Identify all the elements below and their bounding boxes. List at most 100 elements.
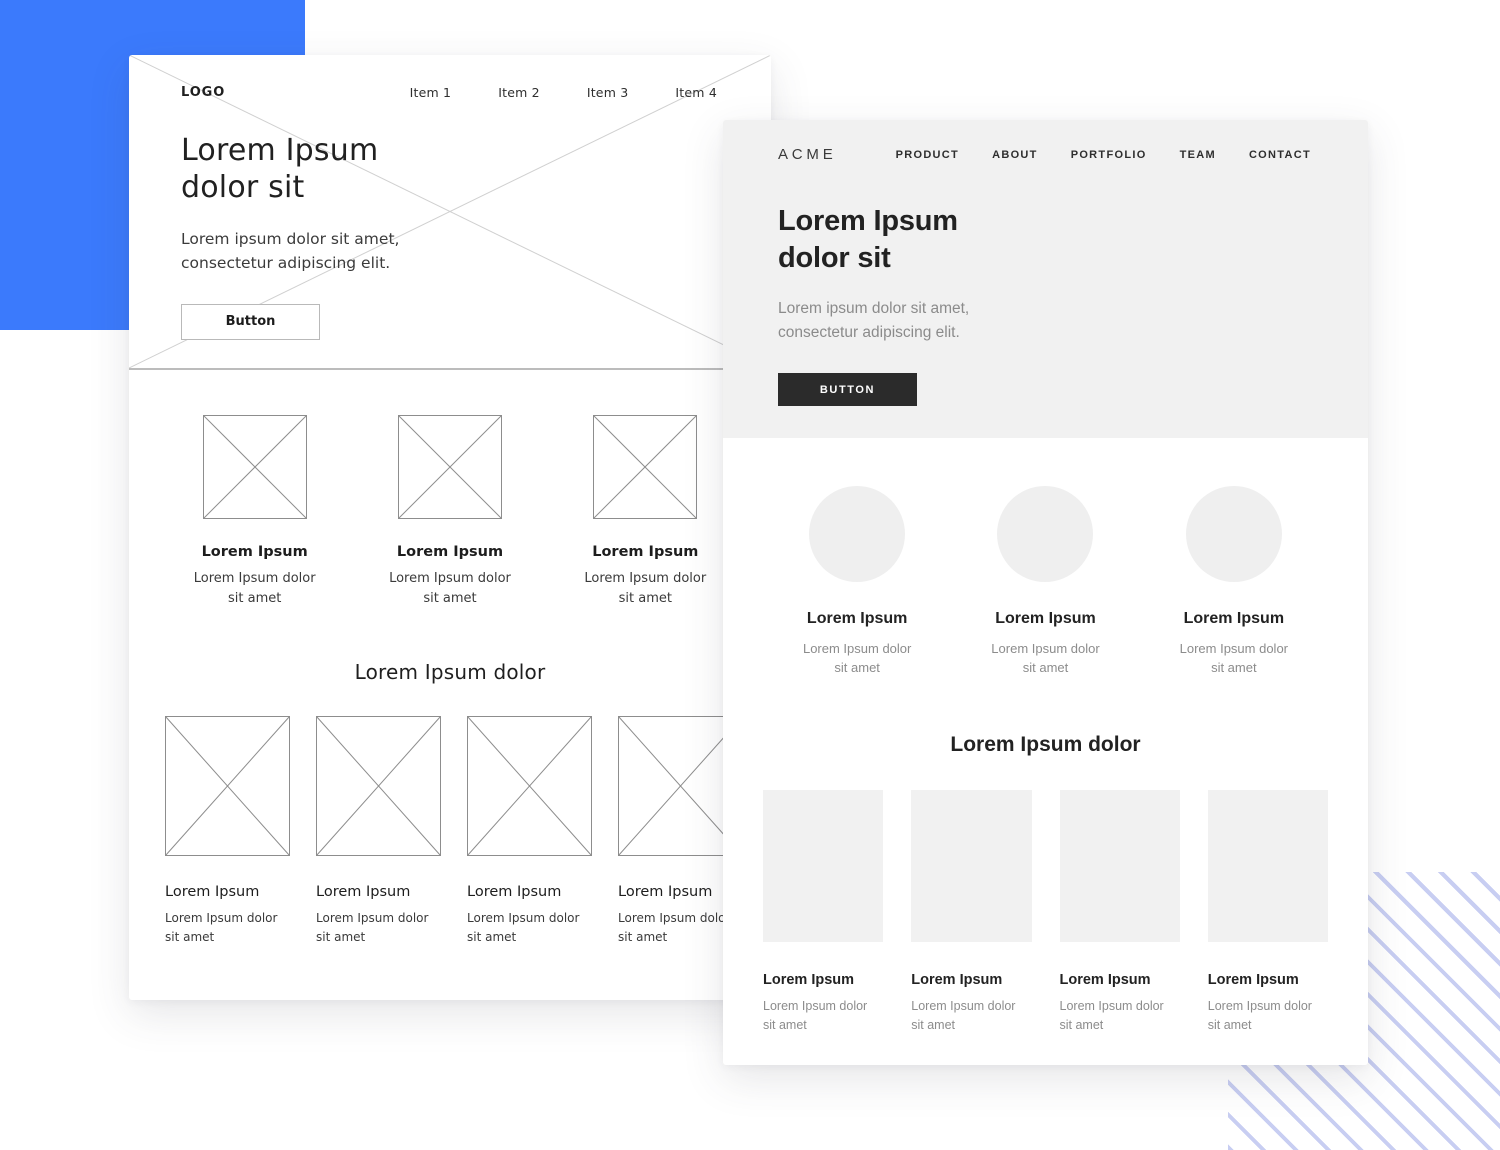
circle-placeholder-icon [997,486,1094,582]
gallery-description: Lorem Ipsum dolor sit amet [1060,997,1180,1035]
feature-description-line2: sit amet [227,590,282,606]
clean-topbar: ACME PRODUCT ABOUT PORTFOLIO TEAM CONTAC… [778,146,1313,163]
gallery-title: Lorem Ipsum [1059,972,1151,989]
clean-hero-subtext: Lorem ipsum dolor sit amet, consectetur … [778,297,1313,345]
gallery-description-line2: sit amet [1059,1018,1104,1033]
clean-features-section: Lorem Ipsum Lorem Ipsum dolor sit amet L… [723,438,1368,677]
gallery-title: Lorem Ipsum [467,884,562,900]
gallery-description-line2: sit amet [618,929,668,944]
sketch-hero-heading: Lorem Ipsum dolor sit [181,133,719,207]
feature-description-line1: Lorem Ipsum dolor [193,571,316,586]
feature-description-line1: Lorem Ipsum dolor [389,571,511,586]
list-item: Lorem Ipsum Lorem Ipsum dolor sit amet [1059,790,1180,1035]
circle-placeholder-icon [1185,486,1282,582]
feature-title: Lorem Ipsum [396,544,504,560]
gallery-description-line2: sit amet [316,929,366,944]
gallery-description: Lorem Ipsum dolor sit amet [763,997,883,1035]
sketch-hero-button[interactable]: Button [181,303,320,340]
clean-hero-heading-line1: Lorem Ipsum [778,205,958,237]
sidebar-item-item-1[interactable]: Item 1 [410,85,452,100]
clean-hero-body: Lorem Ipsum dolor sit Lorem ipsum dolor … [778,203,1313,407]
sidebar-item-about[interactable]: ABOUT [992,149,1038,161]
gallery-description-line1: Lorem Ipsum dolor [763,999,868,1014]
gallery-description-line2: sit amet [1207,1018,1252,1033]
feature-description: Lorem Ipsum dolor sit amet [775,639,939,677]
image-placeholder [1059,790,1180,943]
clean-logo[interactable]: ACME [778,146,837,163]
feature-title: Lorem Ipsum [201,544,308,560]
feature-description: Lorem Ipsum dolor sit amet [169,569,340,608]
sketch-hero-heading-line1: Lorem Ipsum [181,133,379,168]
sidebar-item-item-4[interactable]: Item 4 [675,85,717,100]
clean-hero-button[interactable]: BUTTON [778,373,917,407]
gallery-description: Lorem Ipsum dolor sit amet [165,909,290,946]
sidebar-item-team[interactable]: TEAM [1180,149,1216,161]
clean-hero-heading-line2: dolor sit [778,241,891,274]
list-item: Lorem Ipsum Lorem Ipsum dolor sit amet [548,415,743,608]
image-placeholder [911,790,1032,943]
gallery-description-line1: Lorem Ipsum dolor [1059,999,1164,1014]
gallery-title: Lorem Ipsum [165,884,260,900]
sketch-nav: Item 1 Item 2 Item 3 Item 4 [410,85,719,100]
gallery-description-line2: sit amet [467,929,517,944]
sketch-hero-section: LOGO Item 1 Item 2 Item 3 Item 4 Lorem I… [129,55,771,368]
feature-title: Lorem Ipsum [995,610,1096,627]
sidebar-item-item-3[interactable]: Item 3 [587,85,629,100]
list-item: Lorem Ipsum Lorem Ipsum dolor sit amet [467,716,592,946]
sketch-gallery-section: Lorem Ipsum Lorem Ipsum dolor sit amet L… [129,716,771,946]
feature-description-line2: sit amet [618,590,672,606]
clean-gallery-section: Lorem Ipsum Lorem Ipsum dolor sit amet L… [723,790,1368,1035]
clean-hero-subtext-line1: Lorem ipsum dolor sit amet, [778,300,970,318]
gallery-description-line1: Lorem Ipsum dolor [316,911,429,925]
gallery-title: Lorem Ipsum [1207,972,1299,989]
sidebar-item-product[interactable]: PRODUCT [896,149,960,161]
list-item: Lorem Ipsum Lorem Ipsum dolor sit amet [763,790,884,1035]
list-item: Lorem Ipsum Lorem Ipsum dolor sit amet [911,790,1032,1035]
image-placeholder [763,790,884,943]
sketch-hero-body: Lorem Ipsum dolor sit Lorem ipsum dolor … [181,133,719,340]
list-item: Lorem Ipsum Lorem Ipsum dolor sit amet [763,486,951,677]
image-placeholder-cross-icon [467,716,592,856]
feature-description-line1: Lorem Ipsum dolor [584,571,707,586]
image-placeholder-cross-icon [397,415,502,519]
list-item: Lorem Ipsum Lorem Ipsum dolor sit amet [951,486,1139,677]
gallery-description-line2: sit amet [165,929,215,944]
gallery-description: Lorem Ipsum dolor sit amet [316,909,441,946]
clean-mockup-card: ACME PRODUCT ABOUT PORTFOLIO TEAM CONTAC… [723,120,1368,1065]
gallery-description-line2: sit amet [763,1018,807,1033]
feature-description: Lorem Ipsum dolor sit amet [1152,639,1316,677]
gallery-description: Lorem Ipsum dolor sit amet [467,909,592,946]
feature-description-line1: Lorem Ipsum dolor [991,641,1100,656]
gallery-description-line1: Lorem Ipsum dolor [467,911,580,925]
sketch-section-title: Lorem Ipsum dolor [354,660,546,684]
feature-description-line2: sit amet [1022,660,1069,676]
list-item: Lorem Ipsum Lorem Ipsum dolor sit amet [316,716,441,946]
gallery-description: Lorem Ipsum dolor sit amet [1208,997,1328,1035]
feature-description-line2: sit amet [834,660,880,676]
feature-title: Lorem Ipsum [806,610,908,627]
gallery-description-line1: Lorem Ipsum dolor [911,999,1016,1014]
gallery-title: Lorem Ipsum [316,884,411,900]
feature-description: Lorem Ipsum dolor sit amet [963,639,1127,677]
feature-description-line1: Lorem Ipsum dolor [802,641,912,656]
sketch-hero-subtext: Lorem ipsum dolor sit amet, consectetur … [181,227,719,276]
gallery-title: Lorem Ipsum [763,972,855,989]
image-placeholder [1207,790,1328,943]
sidebar-item-contact[interactable]: CONTACT [1249,149,1311,161]
feature-description-line1: Lorem Ipsum dolor [1179,641,1289,656]
gallery-description-line1: Lorem Ipsum dolor [165,911,278,925]
feature-description-line2: sit amet [1211,660,1257,676]
list-item: Lorem Ipsum Lorem Ipsum dolor sit amet [352,415,547,608]
image-placeholder-cross-icon [165,716,290,856]
list-item: Lorem Ipsum Lorem Ipsum dolor sit amet [1207,790,1328,1035]
sketch-logo[interactable]: LOGO [181,85,225,100]
circle-placeholder-icon [809,486,906,582]
sketch-features-section: Lorem Ipsum Lorem Ipsum dolor sit amet L… [129,370,771,608]
feature-title: Lorem Ipsum [592,544,699,560]
feature-description: Lorem Ipsum dolor sit amet [364,569,535,608]
feature-description-line2: sit amet [423,590,477,606]
clean-hero-section: ACME PRODUCT ABOUT PORTFOLIO TEAM CONTAC… [723,120,1368,438]
sidebar-item-item-2[interactable]: Item 2 [498,85,540,100]
sketch-topbar: LOGO Item 1 Item 2 Item 3 Item 4 [181,85,719,100]
sidebar-item-portfolio[interactable]: PORTFOLIO [1071,149,1147,161]
